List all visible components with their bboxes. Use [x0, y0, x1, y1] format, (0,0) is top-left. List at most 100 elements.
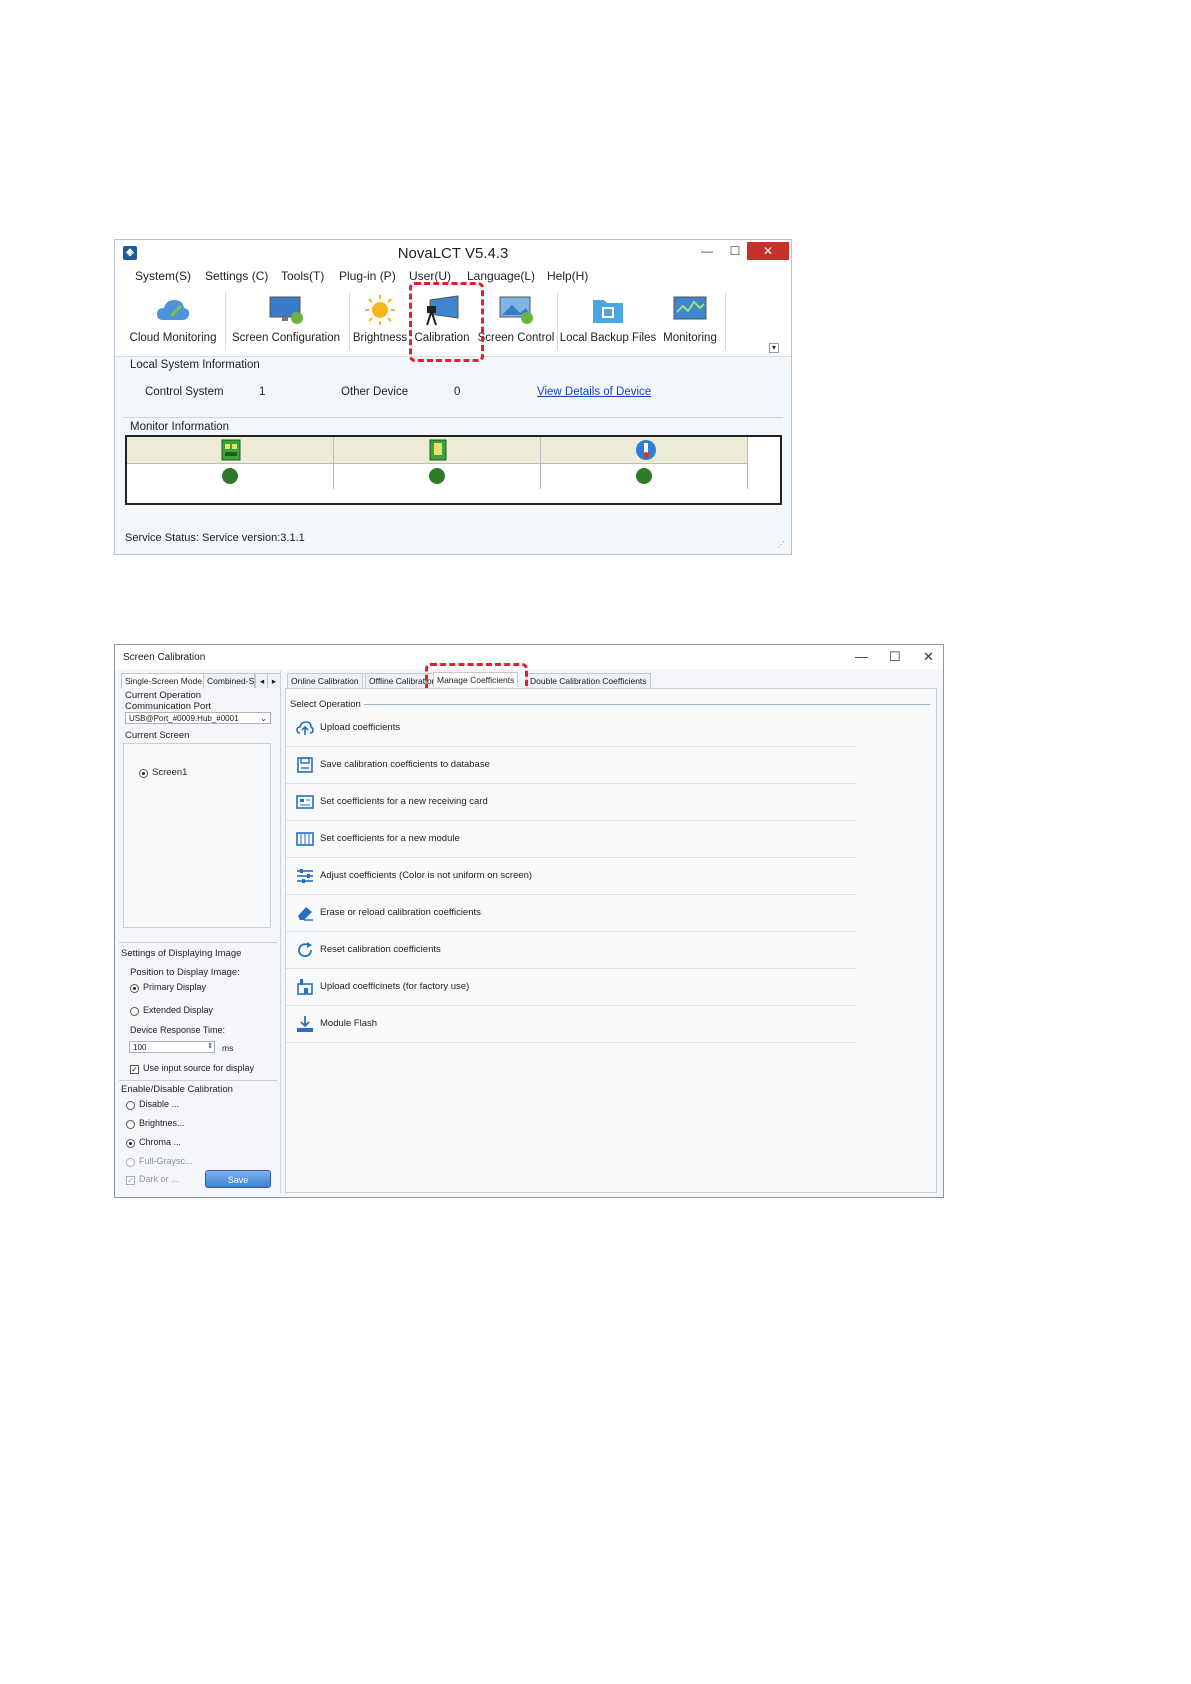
toolbar-monitoring[interactable]: Monitoring — [657, 292, 723, 354]
monitor-info-label: Monitor Information — [130, 421, 230, 433]
full-grayscale-radio[interactable] — [126, 1158, 135, 1167]
operation-erase-reload[interactable]: Erase or reload calibration coefficients — [286, 895, 856, 932]
enable-disable-label: Enable/Disable Calibration — [121, 1084, 233, 1095]
toolbar-separator — [725, 292, 726, 350]
menu-settings[interactable]: Settings (C) — [205, 269, 268, 283]
close-button[interactable]: ✕ — [747, 242, 789, 260]
primary-display-radio[interactable] — [130, 984, 139, 993]
tool-label: Local Backup Files — [559, 332, 657, 344]
communication-port-select[interactable]: USB@Port_#0009.Hub_#0001 ⌄ — [125, 712, 271, 724]
brightness-radio[interactable] — [126, 1120, 135, 1129]
local-system-info-label: Local System Information — [130, 359, 260, 371]
chroma-radio[interactable] — [126, 1139, 135, 1148]
use-input-source-checkbox[interactable]: ✓ — [130, 1065, 139, 1074]
screen1-label: Screen1 — [152, 767, 188, 778]
tool-label: Cloud Monitoring — [129, 332, 217, 344]
cloud-upload-icon — [296, 721, 314, 735]
full-grayscale-label: Full-Graysc... — [139, 1156, 193, 1166]
tool-label: Screen Control — [477, 332, 555, 344]
communication-port-label: Communication Port — [125, 701, 212, 712]
toolbar-cloud-monitoring[interactable]: Cloud Monitoring — [123, 292, 223, 354]
toolbar-local-backup-files[interactable]: Local Backup Files — [559, 292, 657, 354]
operation-label: Erase or reload calibration coefficients — [320, 907, 481, 918]
maximize-button[interactable]: ☐ — [723, 242, 747, 260]
tab-single-screen-mode[interactable]: Single-Screen Mode — [121, 673, 207, 688]
operation-module-flash[interactable]: Module Flash — [286, 1006, 856, 1043]
panel-splitter[interactable] — [280, 671, 281, 1193]
screen1-radio[interactable] — [139, 769, 148, 778]
cloud-monitoring-icon — [157, 300, 190, 320]
current-screen-label: Current Screen — [125, 730, 190, 741]
tab-scroll-right-icon[interactable]: ▸ — [267, 673, 281, 688]
settings-display-label: Settings of Displaying Image — [121, 948, 242, 959]
chevron-down-icon: ⌄ — [260, 714, 267, 723]
operation-label: Upload coefficinets (for factory use) — [320, 981, 470, 992]
control-system-label: Control System — [145, 386, 224, 398]
save-button[interactable]: Save — [205, 1170, 271, 1188]
extended-display-label: Extended Display — [143, 1005, 214, 1015]
resize-grip-icon[interactable]: ⋰ — [777, 540, 785, 549]
dark-or-label: Dark or ... — [139, 1174, 179, 1184]
temperature-icon — [636, 440, 656, 460]
menu-user[interactable]: User(U) — [409, 269, 451, 283]
sending-card-icon — [221, 439, 241, 461]
view-details-link[interactable]: View Details of Device — [537, 386, 651, 398]
novalct-window: ◈ NovaLCT V5.4.3 — ☐ ✕ System(S) Setting… — [114, 239, 792, 555]
use-input-source-label: Use input source for display — [143, 1063, 255, 1073]
monitor-header-cell — [334, 437, 541, 463]
tab-double-calibration-coefficients[interactable]: Double Calibration Coefficients — [526, 673, 651, 688]
window-title: NovaLCT V5.4.3 — [397, 245, 509, 262]
response-time-value: 100 — [133, 1043, 147, 1052]
operation-save-to-database[interactable]: Save calibration coefficients to databas… — [286, 747, 856, 784]
operation-label: Set coefficients for a new module — [320, 833, 460, 844]
operation-new-module[interactable]: Set coefficients for a new module — [286, 821, 856, 858]
dark-or-checkbox[interactable]: ✓ — [126, 1176, 135, 1185]
minimize-button[interactable]: — — [855, 649, 868, 664]
divider — [119, 1080, 277, 1081]
operation-upload-coefficients[interactable]: Upload coefficients — [286, 710, 856, 747]
tool-label: Monitoring — [663, 332, 717, 344]
screen-calibration-window: Screen Calibration — ☐ ✕ Single-Screen M… — [114, 644, 944, 1198]
monitor-status-cell — [127, 463, 334, 489]
menu-plugin[interactable]: Plug-in (P) — [339, 269, 396, 283]
disable-radio[interactable] — [126, 1101, 135, 1110]
extended-display-radio[interactable] — [130, 1007, 139, 1016]
menu-system[interactable]: System(S) — [135, 269, 191, 283]
maximize-button[interactable]: ☐ — [889, 649, 901, 665]
operation-upload-factory[interactable]: Upload coefficinets (for factory use) — [286, 969, 856, 1006]
status-ok-indicator — [429, 468, 445, 484]
toolbar-screen-configuration[interactable]: Screen Configuration — [227, 292, 345, 354]
toolbar-brightness[interactable]: Brightness — [351, 292, 409, 354]
menu-tools[interactable]: Tools(T) — [281, 269, 324, 283]
backup-folder-icon — [593, 300, 623, 323]
module-grid-icon — [296, 832, 314, 846]
operation-adjust-coefficients[interactable]: Adjust coefficients (Color is not unifor… — [286, 858, 856, 895]
operation-label: Module Flash — [320, 1018, 378, 1029]
menu-help[interactable]: Help(H) — [547, 269, 588, 283]
communication-port-value: USB@Port_#0009.Hub_#0001 — [129, 714, 239, 723]
close-button[interactable]: ✕ — [923, 649, 934, 665]
menu-language[interactable]: Language(L) — [467, 269, 535, 283]
monitor-status-cell — [334, 463, 541, 489]
calibration-highlight-box — [409, 282, 484, 362]
sliders-icon — [297, 869, 313, 883]
tab-combined-screen[interactable]: Combined-Sc — [203, 673, 255, 688]
toolbar-overflow-icon[interactable]: ▾ — [769, 343, 779, 353]
tab-online-calibration[interactable]: Online Calibration — [287, 673, 363, 688]
minimize-button[interactable]: — — [695, 242, 719, 260]
title-bar: ◈ NovaLCT V5.4.3 — ☐ ✕ — [115, 240, 791, 266]
response-time-input[interactable]: 100 ⇕ — [129, 1041, 215, 1053]
stepper-icon[interactable]: ⇕ — [207, 1041, 213, 1053]
operation-label: Set coefficients for a new receiving car… — [320, 796, 488, 807]
operation-new-receiving-card[interactable]: Set coefficients for a new receiving car… — [286, 784, 856, 821]
divider — [364, 704, 930, 705]
current-operation-label: Current Operation — [125, 690, 202, 701]
operation-reset-coefficients[interactable]: Reset calibration coefficients — [286, 932, 856, 969]
operation-label: Save calibration coefficients to databas… — [320, 759, 490, 770]
response-time-unit: ms — [222, 1043, 234, 1053]
select-operation-label: Select Operation — [290, 699, 361, 710]
eraser-icon — [298, 907, 313, 921]
toolbar-screen-control[interactable]: Screen Control — [477, 292, 555, 354]
divider — [119, 942, 277, 943]
screen-control-icon — [499, 296, 533, 324]
